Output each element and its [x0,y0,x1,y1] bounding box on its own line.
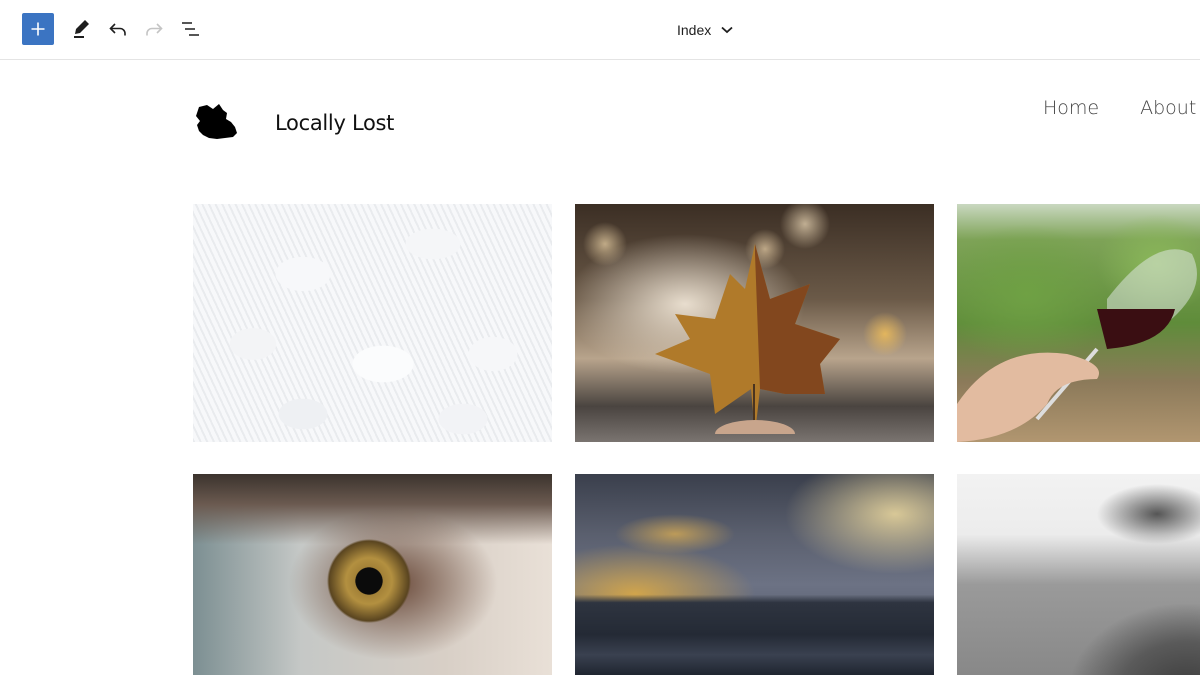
site-logo[interactable] [193,101,241,143]
gallery-image-eye[interactable] [193,474,552,675]
gallery-image-sunset-hills[interactable] [575,474,934,675]
gallery-image-autumn-leaf[interactable] [575,204,934,442]
undo-icon [109,23,126,36]
document-title-dropdown[interactable]: Index [677,18,733,42]
chevron-down-icon [721,26,733,34]
document-title: Index [677,22,712,38]
editor-toolbar: Index [0,0,1200,60]
nav-item-home[interactable]: Home [1043,97,1099,119]
plus-icon [31,22,45,36]
pencil-icon [74,20,89,38]
site-navigation: Home About [1043,97,1196,119]
gallery-image-weathered-surface[interactable] [957,474,1200,675]
gallery-image-wine-glass[interactable] [957,204,1200,442]
site-title[interactable]: Locally Lost [275,111,394,135]
nav-item-about[interactable]: About [1140,97,1196,119]
editor-canvas: Locally Lost Home About [0,61,1200,675]
tools-button[interactable] [66,13,98,45]
list-view-button[interactable] [175,13,207,45]
redo-button[interactable] [138,13,170,45]
leaf-shape [655,244,840,434]
gallery-image-seashells[interactable] [193,204,552,442]
list-view-icon [182,22,199,36]
add-block-button[interactable] [22,13,54,45]
redo-icon [146,23,163,36]
wine-glass-shape [957,249,1197,442]
undo-button[interactable] [102,13,134,45]
